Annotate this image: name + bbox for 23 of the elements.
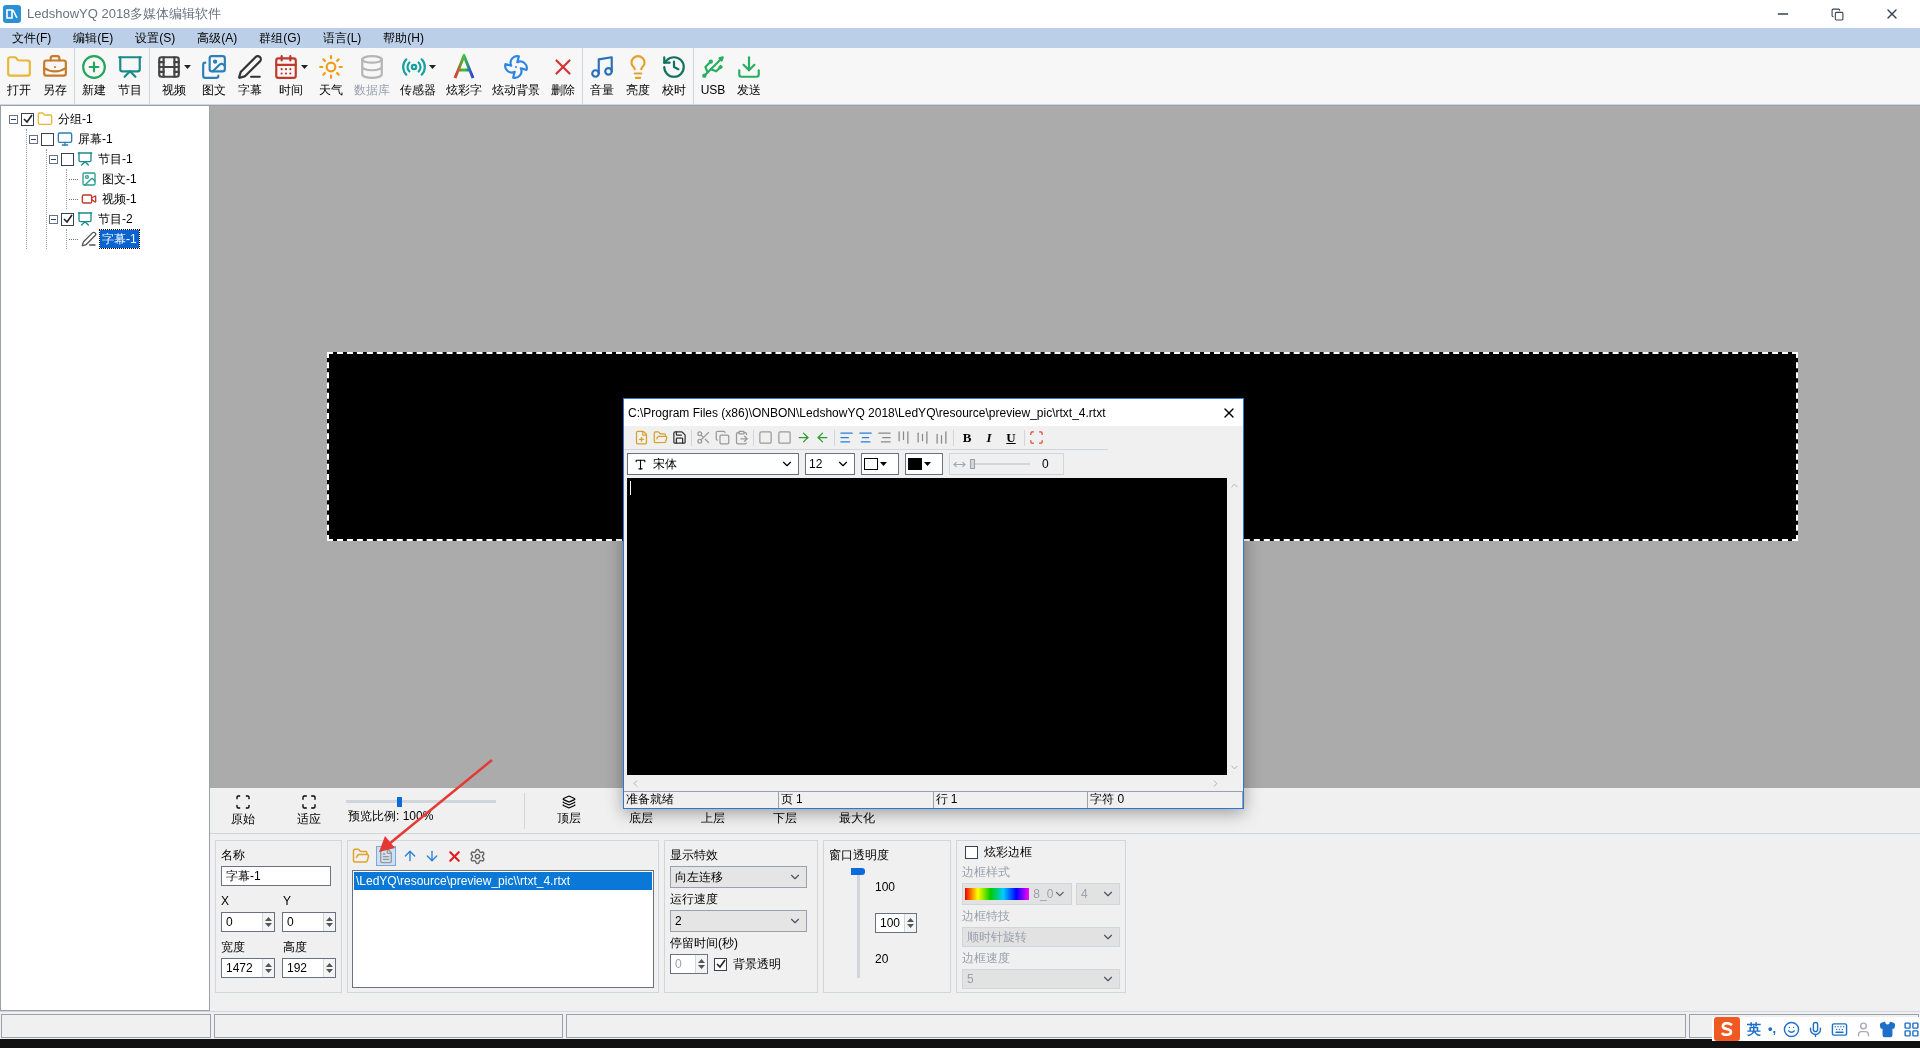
field-label: 窗口透明度 (829, 847, 890, 864)
field-label: 边框特技 (962, 908, 1011, 925)
slider-max-label: 100 (875, 879, 897, 896)
field-label: 停留时间(秒) (670, 935, 739, 952)
field-label: 名称 (221, 847, 246, 864)
checkbox-label: 背景透明 (733, 956, 781, 973)
field-label: Y (283, 893, 291, 910)
window-title: LedshowYQ 2018多媒体编辑软件 (27, 5, 222, 24)
field-label: 运行速度 (670, 891, 719, 908)
status-text: 准备就绪 (624, 792, 779, 808)
status-text: 字符 0 (1088, 792, 1243, 808)
field-label: 边框样式 (962, 864, 1011, 881)
field-label: 高度 (283, 939, 307, 956)
field-label: 宽度 (221, 939, 246, 956)
slider-min-label: 20 (875, 951, 890, 968)
field-label: 显示特效 (670, 847, 719, 864)
spacing-value: 0 (1042, 456, 1049, 473)
status-text: 页 1 (778, 792, 934, 808)
status-text: 行 1 (933, 792, 1089, 808)
checkbox-label: 炫彩边框 (984, 844, 1032, 861)
field-label: X (221, 893, 230, 910)
dialog-title: C:\Program Files (x86)\ONBON\LedshowYQ 2018\LedYQ\resource\preview_pic\rtxt_4.rtxt (628, 404, 1107, 422)
field-label: 边框速度 (962, 950, 1011, 967)
